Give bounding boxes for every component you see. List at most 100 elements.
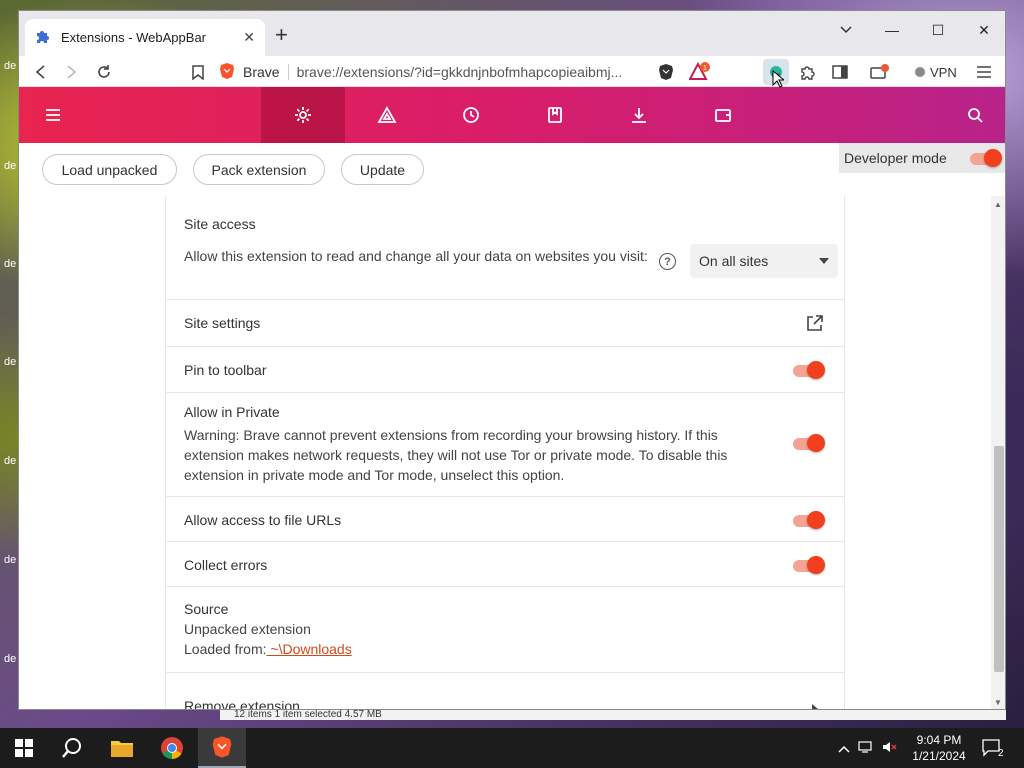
- collect-errors-row: Collect errors: [166, 542, 844, 587]
- search-icon[interactable]: [933, 87, 1005, 143]
- file-urls-label: Allow access to file URLs: [184, 512, 342, 528]
- windows-logo-icon: [15, 739, 33, 757]
- downloads-icon[interactable]: [597, 87, 681, 143]
- brave-label: Brave: [243, 64, 280, 80]
- history-icon[interactable]: [429, 87, 513, 143]
- tab-title: Extensions - WebAppBar: [61, 30, 206, 45]
- source-heading: Source: [184, 601, 229, 617]
- forward-button[interactable]: [59, 59, 85, 85]
- maximize-button[interactable]: ☐: [915, 15, 961, 45]
- pin-to-toolbar-row: Pin to toolbar: [166, 347, 844, 393]
- extensions-puzzle-icon[interactable]: [795, 59, 821, 85]
- vpn-button[interactable]: VPN: [909, 60, 963, 84]
- chrome-icon: [161, 737, 183, 759]
- allow-private-label: Allow in Private: [184, 404, 280, 420]
- browser-window: Extensions - WebAppBar ✕ + — ☐ ✕ Brave b…: [18, 10, 1006, 710]
- loaded-from-path-link[interactable]: ~\Downloads: [267, 641, 351, 657]
- remove-extension-row[interactable]: Remove extension: [166, 673, 844, 710]
- tray-chevron-up-icon[interactable]: [838, 741, 850, 756]
- site-access-heading: Site access: [184, 216, 256, 232]
- bookmark-icon[interactable]: [185, 59, 211, 85]
- minimize-button[interactable]: —: [869, 15, 915, 45]
- hamburger-menu-icon[interactable]: [19, 87, 95, 143]
- site-settings-row[interactable]: Site settings: [166, 300, 844, 347]
- brave-shields-icon[interactable]: [653, 59, 679, 85]
- close-tab-icon[interactable]: ✕: [243, 29, 255, 46]
- brave-taskbar-button[interactable]: [198, 728, 246, 768]
- chrome-button[interactable]: [148, 728, 196, 768]
- update-button[interactable]: Update: [341, 154, 424, 185]
- settings-gear-icon[interactable]: [261, 87, 345, 143]
- title-bar: Extensions - WebAppBar ✕ + — ☐ ✕: [19, 11, 1005, 56]
- developer-mode-label: Developer mode: [844, 150, 947, 166]
- rewards-icon[interactable]: 1: [687, 59, 713, 85]
- load-unpacked-button[interactable]: Load unpacked: [42, 154, 177, 185]
- loaded-from-row: Loaded from: ~\Downloads: [184, 641, 352, 657]
- wallet-nav-icon[interactable]: [681, 87, 765, 143]
- clock-time: 9:04 PM: [916, 733, 962, 747]
- start-button[interactable]: [0, 728, 48, 768]
- search-taskbar-button[interactable]: [48, 728, 96, 768]
- bookmarks-icon[interactable]: [513, 87, 597, 143]
- file-urls-row: Allow access to file URLs: [166, 497, 844, 542]
- active-tab[interactable]: Extensions - WebAppBar ✕: [25, 19, 265, 56]
- menu-icon[interactable]: [971, 59, 997, 85]
- folder-icon: [111, 741, 133, 757]
- external-link-icon[interactable]: [806, 315, 823, 335]
- network-icon[interactable]: [858, 740, 874, 757]
- chevron-right-icon: [812, 701, 818, 709]
- reload-button[interactable]: [91, 59, 117, 85]
- developer-mode-panel: Developer mode: [839, 143, 1005, 173]
- developer-mode-toggle[interactable]: [970, 148, 1002, 168]
- source-type: Unpacked extension: [184, 621, 311, 637]
- allow-private-warning: Warning: Brave cannot prevent extensions…: [184, 427, 728, 483]
- allow-private-row: Allow in Private Warning: Brave cannot p…: [166, 393, 844, 497]
- developer-action-bar: Load unpacked Pack extension Update Deve…: [19, 143, 1005, 196]
- rewards-triangle-icon[interactable]: [345, 87, 429, 143]
- site-access-dropdown[interactable]: On all sites: [690, 244, 838, 278]
- clock-date: 1/21/2024: [912, 749, 966, 763]
- loaded-from-label: Loaded from:: [184, 641, 267, 657]
- back-button[interactable]: [27, 59, 53, 85]
- window-controls: — ☐ ✕: [823, 15, 1005, 45]
- pin-to-toolbar-toggle[interactable]: [793, 360, 825, 380]
- browser-toolbar: Brave brave://extensions/?id=gkkdnjnbofm…: [19, 56, 1005, 87]
- remove-extension-label: Remove extension: [184, 698, 300, 710]
- brave-shield-icon[interactable]: [219, 62, 235, 83]
- vpn-status-icon: [915, 67, 925, 77]
- clock[interactable]: 9:04 PM 1/21/2024: [904, 732, 974, 764]
- scroll-up-arrow-icon[interactable]: ▲: [994, 200, 1002, 209]
- wallet-icon[interactable]: [867, 59, 893, 85]
- brave-icon: [212, 736, 232, 758]
- site-access-description: Allow this extension to read and change …: [184, 248, 648, 264]
- new-tab-button[interactable]: +: [275, 23, 288, 47]
- address-bar[interactable]: Brave brave://extensions/?id=gkkdnjnbofm…: [219, 58, 665, 86]
- file-explorer-button[interactable]: [98, 728, 146, 768]
- explorer-status-bar: 12 items 1 item selected 4.57 MB: [220, 710, 1006, 720]
- collect-errors-toggle[interactable]: [793, 555, 825, 575]
- sidebar-toggle-icon[interactable]: [827, 59, 853, 85]
- allow-private-toggle[interactable]: [793, 433, 825, 453]
- taskbar: 9:04 PM 1/21/2024 2: [0, 728, 1024, 768]
- puzzle-icon: [35, 28, 51, 47]
- mouse-cursor-icon: [772, 70, 784, 88]
- help-icon[interactable]: ?: [659, 253, 676, 270]
- pin-to-toolbar-label: Pin to toolbar: [184, 362, 267, 378]
- site-access-value: On all sites: [699, 253, 769, 269]
- collect-errors-label: Collect errors: [184, 557, 268, 573]
- tab-search-icon[interactable]: [823, 15, 869, 45]
- pack-extension-button[interactable]: Pack extension: [193, 154, 325, 185]
- extensions-nav-bar: [19, 87, 1005, 143]
- close-window-button[interactable]: ✕: [961, 15, 1005, 45]
- notification-center-button[interactable]: 2: [982, 728, 1004, 768]
- volume-muted-icon[interactable]: [882, 740, 898, 757]
- url-text[interactable]: brave://extensions/?id=gkkdnjnbofmhapcop…: [297, 64, 623, 80]
- scroll-down-arrow-icon[interactable]: ▼: [994, 698, 1002, 707]
- vertical-scrollbar[interactable]: ▲ ▼: [991, 196, 1005, 709]
- scroll-thumb[interactable]: [994, 446, 1004, 672]
- dropdown-arrow-icon: [819, 258, 829, 264]
- site-access-section: Site access Allow this extension to read…: [166, 196, 844, 300]
- file-urls-toggle[interactable]: [793, 510, 825, 530]
- rewards-badge: 1: [703, 65, 707, 72]
- details-card: Site access Allow this extension to read…: [165, 196, 845, 710]
